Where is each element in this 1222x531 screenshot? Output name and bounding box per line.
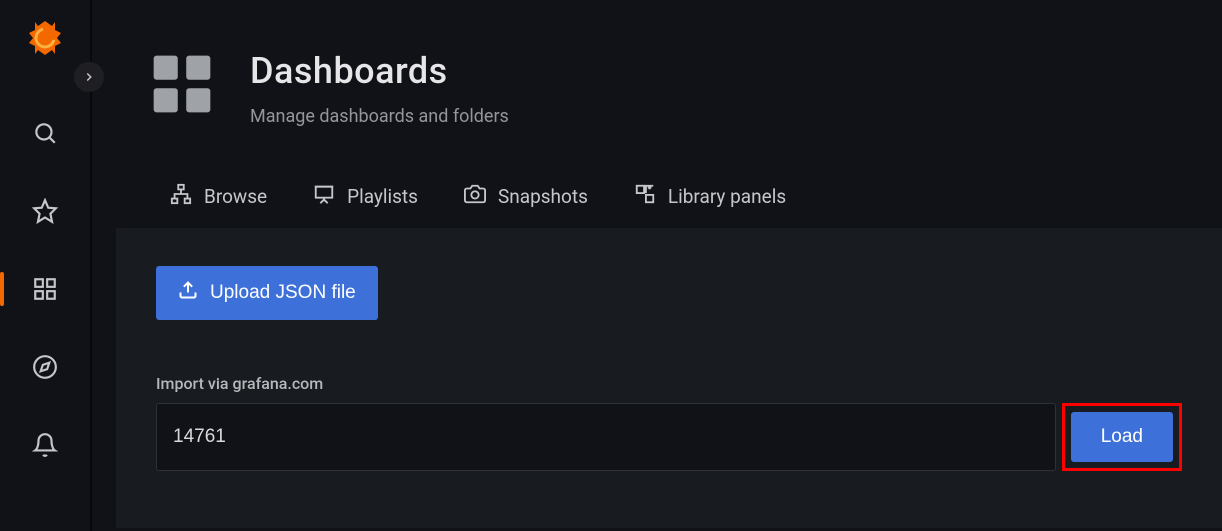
nav-alerting[interactable]: [20, 420, 70, 470]
tab-library-panels[interactable]: Library panels: [634, 183, 786, 210]
presentation-icon: [313, 183, 335, 210]
tabs: Browse Playlists Snapshots Library panel…: [92, 127, 1222, 228]
page-title: Dashboards: [250, 50, 509, 92]
nav-search[interactable]: [20, 108, 70, 158]
sitemap-icon: [170, 183, 192, 210]
tab-playlists[interactable]: Playlists: [313, 183, 418, 210]
tab-label: Playlists: [347, 185, 418, 208]
import-row: Load: [156, 403, 1182, 471]
import-panel: Upload JSON file Import via grafana.com …: [116, 228, 1222, 528]
page-subtitle: Manage dashboards and folders: [250, 106, 509, 127]
button-label: Upload JSON file: [210, 282, 356, 304]
main-content: Dashboards Manage dashboards and folders…: [90, 0, 1222, 531]
tab-label: Browse: [204, 185, 267, 208]
library-panel-icon: [634, 183, 656, 210]
nav-dashboards[interactable]: [20, 264, 70, 314]
highlight-box: Load: [1062, 403, 1182, 471]
tab-label: Library panels: [668, 185, 786, 208]
page-header: Dashboards Manage dashboards and folders: [92, 0, 1222, 127]
upload-icon: [178, 280, 198, 306]
import-input[interactable]: [156, 403, 1056, 471]
upload-json-button[interactable]: Upload JSON file: [156, 266, 378, 320]
grafana-logo[interactable]: [25, 18, 65, 58]
tab-label: Snapshots: [498, 185, 588, 208]
nav-explore[interactable]: [20, 342, 70, 392]
tab-snapshots[interactable]: Snapshots: [464, 183, 588, 210]
expand-sidebar-button[interactable]: [74, 62, 104, 92]
nav-starred[interactable]: [20, 186, 70, 236]
dashboards-icon: [148, 50, 216, 118]
tab-browse[interactable]: Browse: [170, 183, 267, 210]
camera-icon: [464, 183, 486, 210]
import-label: Import via grafana.com: [156, 374, 1182, 393]
sidebar: [0, 0, 90, 531]
load-button[interactable]: Load: [1071, 412, 1173, 462]
